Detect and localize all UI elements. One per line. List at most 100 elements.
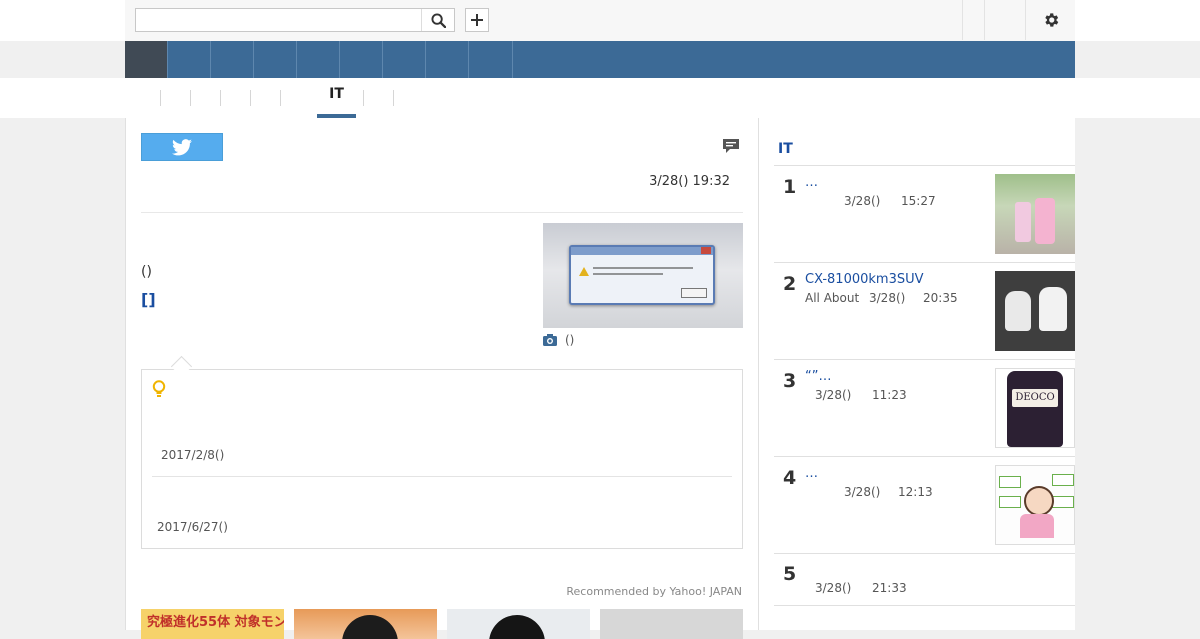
ranking-item[interactable]: 3 “”… 3/28() 11:23 DEOCO xyxy=(774,360,1075,457)
tab-4[interactable] xyxy=(250,90,279,106)
rank-number: 1 xyxy=(783,176,797,198)
search-input[interactable] xyxy=(136,9,434,32)
article-photo[interactable] xyxy=(543,223,743,328)
ranking-item[interactable]: 2 CX-81000km3SUV All About 3/28() 20:35 xyxy=(774,263,1075,360)
ranking-item[interactable]: 5 3/28() 21:33 xyxy=(774,553,1075,606)
settings-button[interactable] xyxy=(1025,0,1076,40)
tab-2[interactable] xyxy=(190,90,219,106)
rank-date: 3/28() xyxy=(869,291,906,305)
tweet-button[interactable] xyxy=(141,133,223,161)
article-source: () xyxy=(141,264,152,280)
tab-1[interactable] xyxy=(160,90,189,106)
top-bar-inner xyxy=(125,0,1075,42)
thumb-figure xyxy=(1035,198,1055,244)
rank-thumbnail[interactable] xyxy=(995,465,1075,545)
rank-time: 11:23 xyxy=(872,388,907,402)
thumb-figure xyxy=(1005,291,1031,331)
nav-item-6[interactable] xyxy=(340,41,383,78)
top-menu-slot-1[interactable] xyxy=(962,0,985,40)
thumb-figure xyxy=(1052,496,1074,508)
top-menu-slot-2[interactable] xyxy=(984,0,1026,40)
comment-button[interactable] xyxy=(722,138,740,158)
category-nav xyxy=(125,41,1075,78)
lightbulb-icon xyxy=(152,380,166,402)
nav-item-7[interactable] xyxy=(383,41,426,78)
twitter-icon xyxy=(172,138,192,155)
rank-title[interactable]: CX-81000km3SUV xyxy=(805,272,924,287)
thumb-figure xyxy=(342,615,398,639)
ranking-sidebar: IT 1 … 3/28() 15:27 2 CX-81000km3SUV All… xyxy=(759,118,1075,630)
nav-item-2[interactable] xyxy=(168,41,211,78)
rank-number: 4 xyxy=(783,467,797,489)
rank-thumbnail[interactable] xyxy=(995,271,1075,351)
article-main: 3/28() 19:32 () [] () 2017/2/8() 2017/6/… xyxy=(125,118,759,639)
rank-number: 2 xyxy=(783,273,797,295)
subcategory-tabs: IT xyxy=(0,78,1200,118)
dialog-close xyxy=(701,247,711,254)
rank-time: 20:35 xyxy=(923,291,958,305)
comment-icon xyxy=(723,139,739,153)
related-date-1: 2017/2/8() xyxy=(161,448,225,462)
rank-thumbnail[interactable] xyxy=(995,174,1075,254)
tab-3[interactable] xyxy=(220,90,249,106)
article-link[interactable]: [] xyxy=(141,290,156,309)
dialog-text-line xyxy=(593,267,693,269)
rank-time: 21:33 xyxy=(872,581,907,595)
nav-item-9[interactable] xyxy=(469,41,513,78)
rank-date: 3/28() xyxy=(844,194,881,208)
tab-5[interactable] xyxy=(280,90,309,106)
rank-date: 3/28() xyxy=(815,388,852,402)
related-date-2: 2017/6/27() xyxy=(157,520,228,534)
rank-title[interactable]: … xyxy=(805,175,818,190)
thumb-label: DEOCO xyxy=(1012,389,1058,407)
thumb-figure xyxy=(999,496,1021,508)
thumb-figure xyxy=(1052,474,1074,486)
gear-icon xyxy=(1045,13,1059,27)
ranking-title: IT xyxy=(778,141,793,157)
rank-time: 15:27 xyxy=(901,194,936,208)
article-date: 3/28() 19:32 xyxy=(649,174,730,189)
rank-source: All About xyxy=(805,291,860,305)
plus-icon xyxy=(471,14,483,26)
thumb-figure xyxy=(999,476,1021,488)
camera-icon xyxy=(543,334,557,346)
rank-number: 3 xyxy=(783,370,797,392)
rank-title[interactable]: … xyxy=(805,466,818,481)
ranking-item[interactable]: 1 … 3/28() 15:27 xyxy=(774,166,1075,263)
rank-time: 12:13 xyxy=(898,485,933,499)
rank-date: 3/28() xyxy=(844,485,881,499)
tab-8[interactable] xyxy=(393,90,395,106)
photo-dialog-illustration xyxy=(569,245,715,305)
recommend-thumb-4[interactable] xyxy=(600,609,743,639)
related-notice-box: 2017/2/8() 2017/6/27() xyxy=(141,369,743,549)
recommend-thumb-1[interactable]: 究極進化55体 対象モンス xyxy=(141,609,284,639)
rank-number: 5 xyxy=(783,563,797,585)
thumb-figure xyxy=(489,615,545,639)
nav-item-4[interactable] xyxy=(254,41,297,78)
nav-item-home[interactable] xyxy=(125,41,168,78)
tab-it[interactable]: IT xyxy=(317,86,356,102)
recommend-thumb-3[interactable] xyxy=(447,609,590,639)
tab-7[interactable] xyxy=(363,90,394,106)
thumb-figure xyxy=(1024,486,1054,516)
warning-icon xyxy=(579,267,589,276)
rank-title[interactable]: “”… xyxy=(805,369,831,384)
thumb-figure xyxy=(1020,514,1054,538)
recommend-thumb-1-text: 究極進化55体 対象モンス xyxy=(147,615,284,630)
nav-item-5[interactable] xyxy=(297,41,340,78)
search-icon xyxy=(430,12,446,28)
add-button[interactable] xyxy=(465,8,489,32)
rank-thumbnail[interactable]: DEOCO xyxy=(995,368,1075,448)
nav-item-3[interactable] xyxy=(211,41,254,78)
dialog-titlebar xyxy=(571,247,713,255)
photo-caption[interactable]: () xyxy=(543,333,574,347)
divider xyxy=(152,476,732,477)
rank-date: 3/28() xyxy=(815,581,852,595)
ranking-item[interactable]: 4 … 3/28() 12:13 xyxy=(774,457,1075,554)
recommend-thumb-2[interactable] xyxy=(294,609,437,639)
search-button[interactable] xyxy=(421,9,454,31)
nav-item-8[interactable] xyxy=(426,41,469,78)
photo-caption-text: () xyxy=(565,333,575,347)
divider xyxy=(141,212,743,213)
thumb-figure xyxy=(1007,371,1063,447)
